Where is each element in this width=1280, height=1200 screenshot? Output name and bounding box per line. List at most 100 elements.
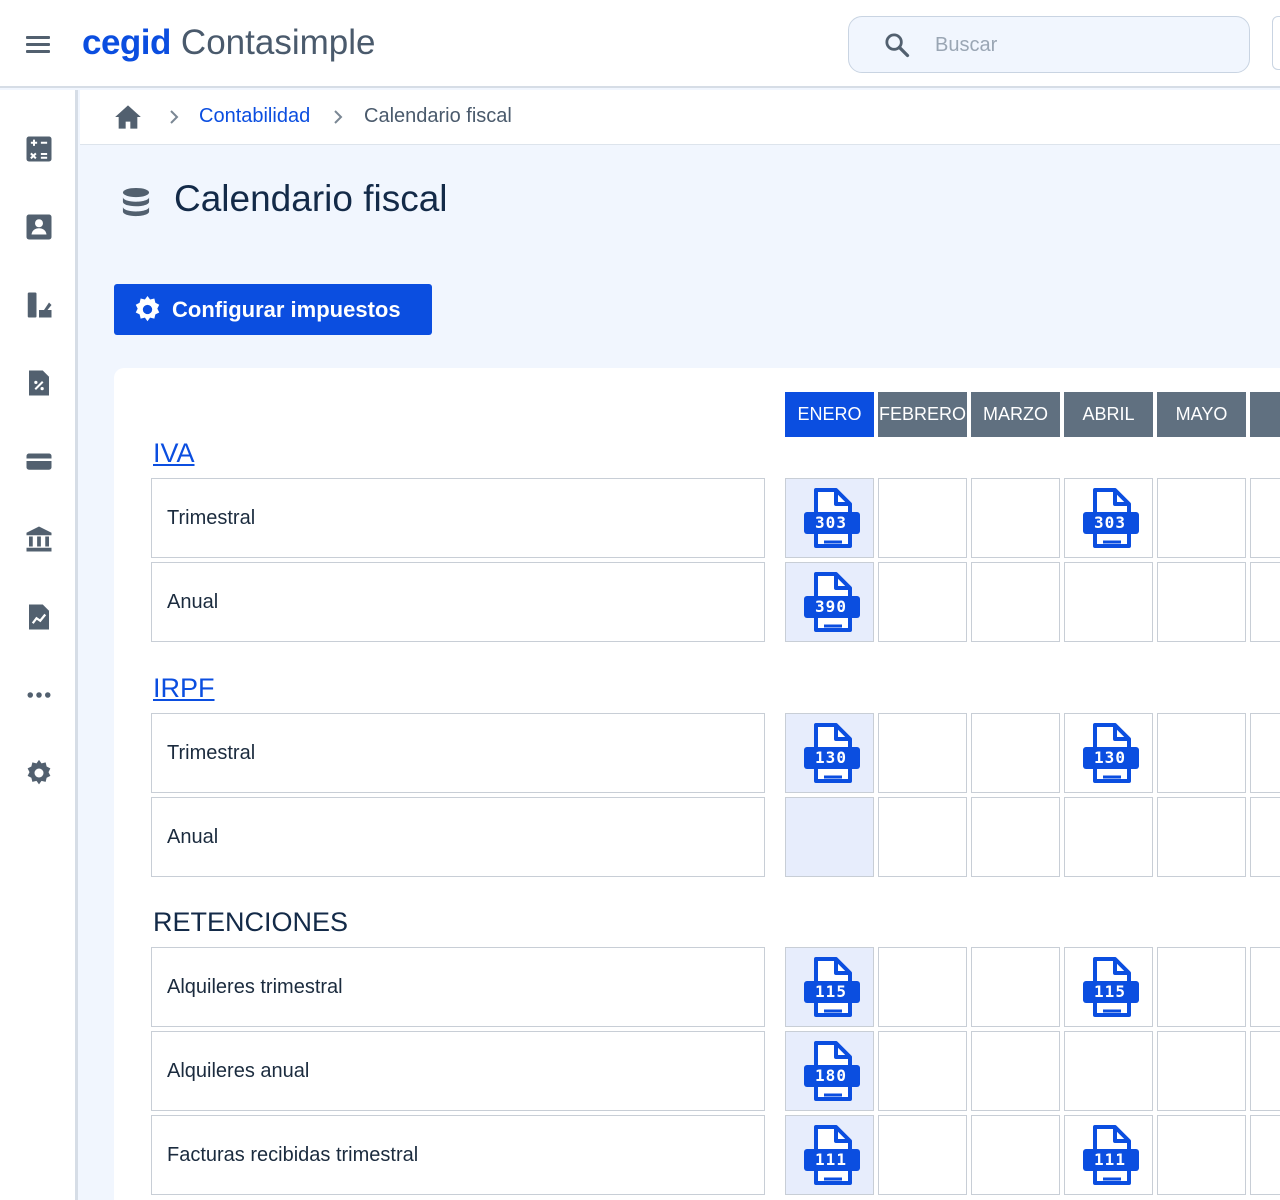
calendar-cell[interactable] <box>1157 1115 1246 1195</box>
top-bar: cegid Contasimple <box>0 0 1280 88</box>
search-icon <box>885 33 910 58</box>
calendar-cell[interactable]: 111 <box>1064 1115 1153 1195</box>
fiscal-calendar: ENEROFEBREROMARZOABRILMAYOJU IVA Trimestra… <box>114 368 1280 1200</box>
calendar-cell[interactable] <box>1250 947 1280 1027</box>
month-tab-0[interactable]: ENERO <box>785 392 874 437</box>
tax-model-number: 390 <box>815 597 847 616</box>
bank-icon <box>26 526 52 552</box>
sidebar-item-calculator[interactable] <box>20 130 58 168</box>
calendar-cell[interactable] <box>1250 478 1280 558</box>
calendar-cell[interactable]: 303 <box>785 478 874 558</box>
calendar-cell[interactable] <box>1250 1115 1280 1195</box>
app-logo[interactable]: cegid Contasimple <box>82 22 375 64</box>
tax-model-number: 303 <box>815 513 847 532</box>
section-title-1[interactable]: IRPF <box>153 673 215 704</box>
calendar-cell[interactable] <box>1157 478 1246 558</box>
calendar-cell[interactable] <box>1157 562 1246 642</box>
calendar-cell[interactable] <box>971 947 1060 1027</box>
tax-model-number: 111 <box>1094 1150 1126 1169</box>
calendar-cell[interactable] <box>878 478 967 558</box>
more-icon <box>27 692 51 698</box>
sidebar-item-taxes[interactable] <box>20 364 58 402</box>
calendar-cell[interactable] <box>1064 797 1153 877</box>
calendar-cell[interactable] <box>878 797 967 877</box>
calendar-cell[interactable]: 303 <box>1064 478 1153 558</box>
calendar-cell[interactable] <box>971 1115 1060 1195</box>
tax-row-label: Anual <box>151 797 765 877</box>
calendar-cell[interactable] <box>1157 713 1246 793</box>
calendar-cell[interactable] <box>878 713 967 793</box>
breadcrumb: Contabilidad Calendario fiscal <box>80 90 1280 145</box>
calendar-cell[interactable]: 111 <box>785 1115 874 1195</box>
calendar-cell[interactable]: 390 <box>785 562 874 642</box>
month-tab-4[interactable]: MAYO <box>1157 392 1246 437</box>
calendar-cell[interactable] <box>971 562 1060 642</box>
tax-model-number: 130 <box>1094 748 1126 767</box>
tax-model-number: 130 <box>815 748 847 767</box>
section-title-2: RETENCIONES <box>153 907 349 937</box>
month-tab-1[interactable]: FEBRERO <box>878 392 967 437</box>
calendar-cell[interactable]: 130 <box>785 713 874 793</box>
chevron-right-icon <box>334 110 343 124</box>
calendar-cell[interactable] <box>971 797 1060 877</box>
calendar-cell[interactable] <box>878 562 967 642</box>
chevron-right-icon <box>170 110 179 124</box>
month-tab-5[interactable]: JU <box>1250 392 1280 437</box>
contact-card-icon <box>26 214 52 240</box>
page-title: Calendario fiscal <box>174 178 448 219</box>
calendar-cell[interactable] <box>1250 1031 1280 1111</box>
calendar-cell[interactable] <box>1064 562 1153 642</box>
tax-row-label: Alquileres anual <box>151 1031 765 1111</box>
top-bar-overflow-button[interactable] <box>1272 16 1280 70</box>
calendar-cell[interactable] <box>785 797 874 877</box>
sidebar-item-more[interactable] <box>20 676 58 714</box>
calendar-cell[interactable] <box>1250 797 1280 877</box>
calendar-cell[interactable] <box>878 1031 967 1111</box>
calendar-cell[interactable] <box>878 947 967 1027</box>
configure-taxes-button[interactable]: Configurar impuestos <box>114 284 432 335</box>
sidebar <box>0 90 78 1200</box>
brand-product: Contasimple <box>180 23 376 62</box>
section-title-0[interactable]: IVA <box>153 438 195 469</box>
calendar-cell[interactable] <box>878 1115 967 1195</box>
tax-model-number: 303 <box>1094 513 1126 532</box>
month-tab-2[interactable]: MARZO <box>971 392 1060 437</box>
calendar-cell[interactable] <box>971 478 1060 558</box>
tax-model-number: 115 <box>1094 982 1126 1001</box>
calendar-cell[interactable] <box>1157 797 1246 877</box>
sidebar-item-design[interactable] <box>20 286 58 324</box>
calendar-cell[interactable] <box>971 713 1060 793</box>
hamburger-icon[interactable] <box>24 30 54 58</box>
sidebar-item-settings[interactable] <box>20 754 58 792</box>
settings-icon <box>27 759 51 785</box>
calendar-cell[interactable]: 130 <box>1064 713 1153 793</box>
calendar-cell[interactable] <box>1157 947 1246 1027</box>
breadcrumb-link-contabilidad[interactable]: Contabilidad <box>199 105 310 128</box>
sidebar-item-banks[interactable] <box>20 520 58 558</box>
search-input[interactable] <box>935 27 1225 63</box>
calendar-cell[interactable] <box>1250 562 1280 642</box>
gear-icon <box>135 295 160 322</box>
month-tab-3[interactable]: ABRIL <box>1064 392 1153 437</box>
calendar-cell[interactable] <box>1157 1031 1246 1111</box>
tax-row-label: Alquileres trimestral <box>151 947 765 1027</box>
tax-model-number: 115 <box>815 982 847 1001</box>
tax-row-label: Trimestral <box>151 478 765 558</box>
calendar-cell[interactable]: 180 <box>785 1031 874 1111</box>
calendar-cell[interactable]: 115 <box>785 947 874 1027</box>
tax-model-number: 180 <box>815 1066 847 1085</box>
calendar-cell[interactable] <box>1250 713 1280 793</box>
home-icon[interactable] <box>114 103 142 131</box>
calendar-cell[interactable]: 115 <box>1064 947 1153 1027</box>
calendar-cell[interactable] <box>1064 1031 1153 1111</box>
sidebar-item-reports[interactable] <box>20 598 58 636</box>
calculator-icon <box>26 136 52 162</box>
search-box[interactable] <box>848 16 1250 73</box>
sidebar-item-contacts[interactable] <box>20 208 58 246</box>
design-tools-icon <box>27 292 52 318</box>
tax-model-number: 111 <box>815 1150 847 1169</box>
database-icon <box>122 187 150 217</box>
wallet-icon <box>26 453 52 470</box>
sidebar-item-wallet[interactable] <box>20 442 58 480</box>
calendar-cell[interactable] <box>971 1031 1060 1111</box>
